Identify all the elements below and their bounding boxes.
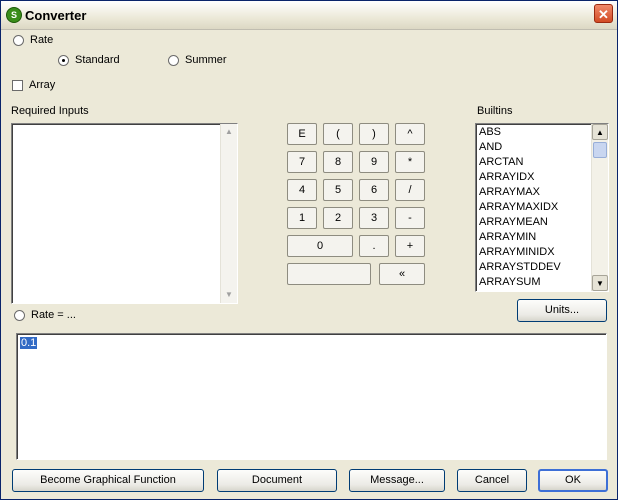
ok-button[interactable]: OK xyxy=(538,469,608,492)
key-multiply[interactable]: * xyxy=(395,151,425,173)
key-3[interactable]: 3 xyxy=(359,207,389,229)
key-blank[interactable] xyxy=(287,263,371,285)
scroll-up-icon[interactable]: ▲ xyxy=(221,124,237,140)
converter-dialog: S Converter ✕ Rate Standard Summer Array… xyxy=(0,0,618,500)
required-inputs-list[interactable]: ▲ ▼ xyxy=(11,123,238,304)
required-inputs-label: Required Inputs xyxy=(11,105,89,117)
array-checkbox-label: Array xyxy=(29,79,56,91)
key-open-paren[interactable]: ( xyxy=(323,123,353,145)
builtins-items: ABS AND ARCTAN ARRAYIDX ARRAYMAX ARRAYMAXIDX A… xyxy=(477,125,591,290)
standard-radio[interactable] xyxy=(58,55,69,66)
rate-radio-label: Rate xyxy=(30,34,54,46)
app-icon: S xyxy=(6,7,22,23)
units-button[interactable]: Units... xyxy=(517,299,607,322)
required-inputs-scrollbar[interactable]: ▲ ▼ xyxy=(220,124,237,303)
document-button[interactable]: Document xyxy=(217,469,337,492)
title-bar[interactable]: S Converter ✕ xyxy=(1,1,617,30)
equation-value: 0.1 xyxy=(20,337,38,349)
key-plus[interactable]: + xyxy=(395,235,425,257)
builtin-item[interactable]: ARRAYMAX xyxy=(477,185,591,200)
key-1[interactable]: 1 xyxy=(287,207,317,229)
key-6[interactable]: 6 xyxy=(359,179,389,201)
builtins-scrollbar[interactable]: ▲ ▼ xyxy=(591,124,608,291)
message-button[interactable]: Message... xyxy=(349,469,445,492)
window-title: Converter xyxy=(25,8,87,23)
rate-radio[interactable] xyxy=(13,35,24,46)
scroll-down-icon[interactable]: ▼ xyxy=(221,287,237,303)
equation-textarea[interactable]: 0.1 xyxy=(16,333,607,460)
builtins-label: Builtins xyxy=(477,105,513,117)
scroll-thumb[interactable] xyxy=(593,142,607,158)
equation-radio[interactable] xyxy=(14,310,25,321)
close-button[interactable]: ✕ xyxy=(594,4,613,23)
key-9[interactable]: 9 xyxy=(359,151,389,173)
cancel-button[interactable]: Cancel xyxy=(457,469,527,492)
close-icon: ✕ xyxy=(598,7,609,22)
key-close-paren[interactable]: ) xyxy=(359,123,389,145)
scroll-down-icon[interactable]: ▼ xyxy=(592,275,608,291)
summer-radio[interactable] xyxy=(168,55,179,66)
key-7[interactable]: 7 xyxy=(287,151,317,173)
key-e[interactable]: E xyxy=(287,123,317,145)
key-dot[interactable]: . xyxy=(359,235,389,257)
array-checkbox[interactable] xyxy=(12,80,23,91)
builtin-item[interactable]: ABS xyxy=(477,125,591,140)
builtin-item[interactable]: ARRAYMAXIDX xyxy=(477,200,591,215)
builtins-list[interactable]: ABS AND ARCTAN ARRAYIDX ARRAYMAX ARRAYMAXIDX A… xyxy=(475,123,609,292)
builtin-item[interactable]: ARRAYSTDDEV xyxy=(477,260,591,275)
key-divide[interactable]: / xyxy=(395,179,425,201)
key-2[interactable]: 2 xyxy=(323,207,353,229)
builtin-item[interactable]: ARRAYMIN xyxy=(477,230,591,245)
builtin-item[interactable]: ARCTAN xyxy=(477,155,591,170)
key-8[interactable]: 8 xyxy=(323,151,353,173)
builtin-item[interactable]: AND xyxy=(477,140,591,155)
key-backspace[interactable]: « xyxy=(379,263,425,285)
become-graphical-function-button[interactable]: Become Graphical Function xyxy=(12,469,204,492)
key-5[interactable]: 5 xyxy=(323,179,353,201)
key-0[interactable]: 0 xyxy=(287,235,353,257)
scroll-up-icon[interactable]: ▲ xyxy=(592,124,608,140)
standard-radio-label: Standard xyxy=(75,54,120,66)
key-4[interactable]: 4 xyxy=(287,179,317,201)
key-minus[interactable]: - xyxy=(395,207,425,229)
builtin-item[interactable]: ARRAYSUM xyxy=(477,275,591,290)
summer-radio-label: Summer xyxy=(185,54,227,66)
builtin-item[interactable]: ARRAYIDX xyxy=(477,170,591,185)
builtin-item[interactable]: ARRAYMEAN xyxy=(477,215,591,230)
key-caret[interactable]: ^ xyxy=(395,123,425,145)
builtin-item[interactable]: ARRAYMINIDX xyxy=(477,245,591,260)
equation-label: Rate = ... xyxy=(31,309,76,321)
